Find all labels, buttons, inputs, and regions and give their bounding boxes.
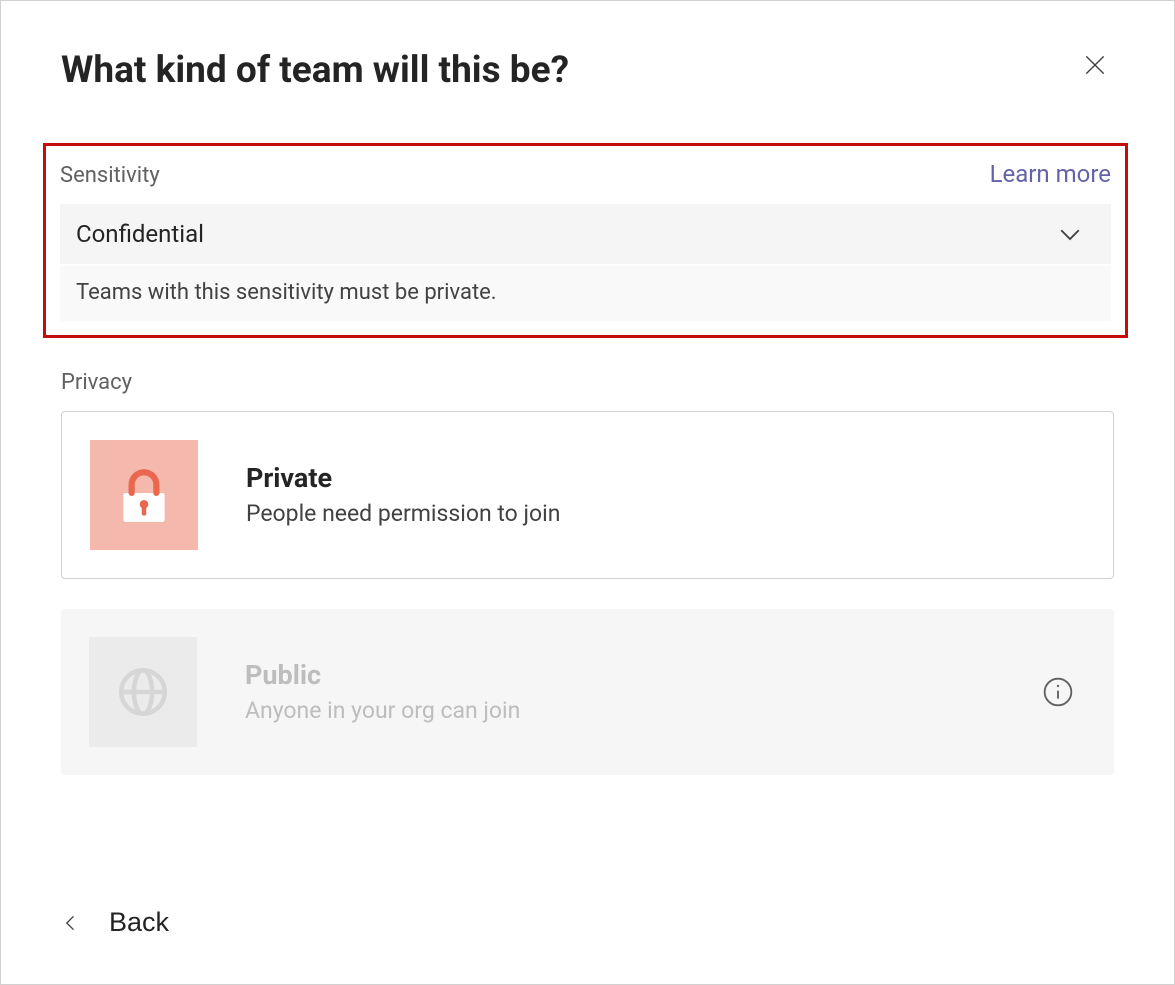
lock-icon <box>90 440 198 550</box>
chevron-left-icon <box>61 910 81 936</box>
privacy-section: Privacy Private People need permission t… <box>61 370 1114 805</box>
sensitivity-label: Sensitivity <box>60 163 160 188</box>
privacy-option-public: Public Anyone in your org can join <box>61 609 1114 775</box>
back-label: Back <box>109 907 169 938</box>
privacy-option-private[interactable]: Private People need permission to join <box>61 411 1114 579</box>
privacy-public-desc: Anyone in your org can join <box>245 697 994 724</box>
chevron-down-icon <box>1055 219 1085 249</box>
sensitivity-highlight: Sensitivity Learn more Confidential Team… <box>43 143 1128 338</box>
sensitivity-select[interactable]: Confidential <box>60 204 1111 264</box>
privacy-label: Privacy <box>61 370 1114 395</box>
page-title: What kind of team will this be? <box>61 50 569 93</box>
privacy-public-title: Public <box>245 659 994 691</box>
back-button[interactable]: Back <box>61 901 169 944</box>
info-icon[interactable] <box>1042 676 1074 708</box>
globe-icon <box>89 637 197 747</box>
close-icon <box>1082 52 1108 78</box>
privacy-private-desc: People need permission to join <box>246 500 1085 527</box>
team-kind-dialog: What kind of team will this be? Sensitiv… <box>0 0 1175 985</box>
close-button[interactable] <box>1076 46 1114 84</box>
sensitivity-note: Teams with this sensitivity must be priv… <box>60 266 1111 321</box>
privacy-option-private-text: Private People need permission to join <box>246 462 1085 527</box>
privacy-option-public-text: Public Anyone in your org can join <box>245 659 994 724</box>
dialog-header: What kind of team will this be? <box>61 46 1114 93</box>
privacy-private-title: Private <box>246 462 1085 494</box>
sensitivity-header: Sensitivity Learn more <box>60 160 1111 188</box>
dialog-footer: Back <box>61 871 1114 944</box>
sensitivity-selected-value: Confidential <box>76 220 204 248</box>
learn-more-link[interactable]: Learn more <box>990 160 1111 188</box>
